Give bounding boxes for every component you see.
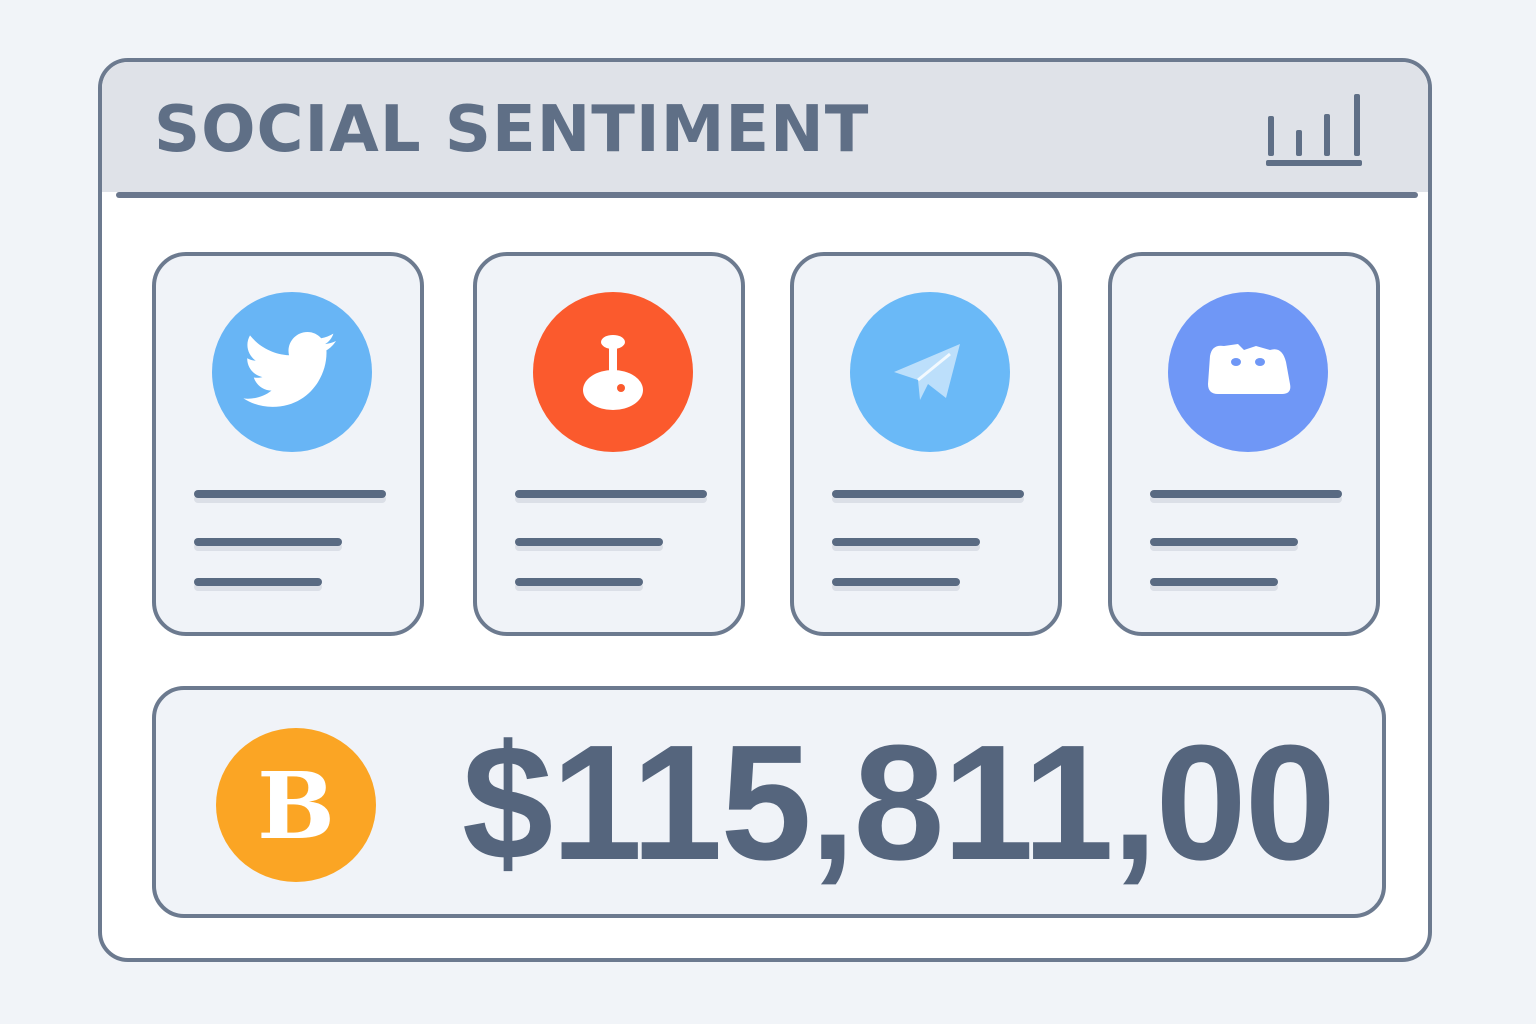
bitcoin-icon: B [214, 726, 378, 884]
text-placeholder-line [515, 578, 643, 586]
header-divider [116, 192, 1418, 198]
widget-title: SOCIAL SENTIMENT [154, 93, 870, 167]
bar-chart-icon[interactable] [1262, 90, 1366, 170]
text-placeholder-line [194, 490, 386, 498]
text-placeholder-line [515, 538, 663, 546]
text-placeholder-line [515, 490, 707, 498]
source-card-discord[interactable] [1108, 252, 1380, 636]
reddit-alien-icon [533, 292, 693, 452]
text-placeholder-line [194, 538, 342, 546]
svg-text:B: B [257, 752, 335, 860]
source-card-reddit[interactable] [473, 252, 745, 636]
text-placeholder-line [1150, 578, 1278, 586]
text-placeholder-line [832, 490, 1024, 498]
price-value: $115,811,00 [462, 711, 1336, 894]
discord-controller-icon [1168, 292, 1328, 452]
source-cards [152, 252, 1392, 642]
text-placeholder-line [1150, 490, 1342, 498]
telegram-plane-icon [850, 292, 1010, 452]
twitter-bird-icon [212, 292, 372, 452]
text-placeholder-line [832, 578, 960, 586]
social-sentiment-widget: SOCIAL SENTIMENT B $115,811,00 [98, 58, 1432, 962]
widget-header: SOCIAL SENTIMENT [102, 62, 1428, 192]
text-placeholder-line [1150, 538, 1298, 546]
text-placeholder-line [832, 538, 980, 546]
source-card-twitter[interactable] [152, 252, 424, 636]
text-placeholder-line [194, 578, 322, 586]
price-panel: B $115,811,00 [152, 686, 1386, 918]
source-card-telegram[interactable] [790, 252, 1062, 636]
